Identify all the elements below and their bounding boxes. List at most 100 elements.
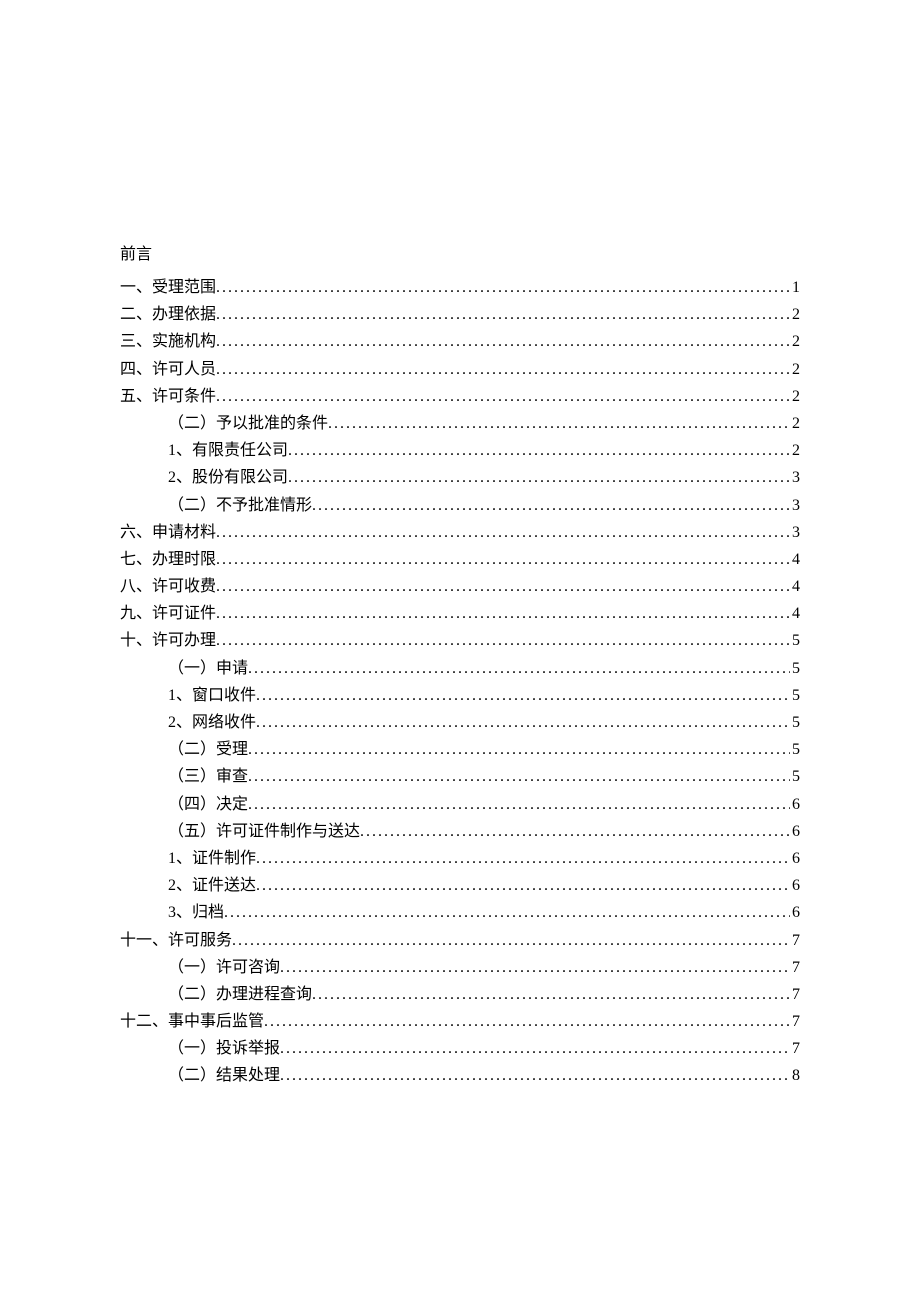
toc-entry-label: （二）受理 bbox=[168, 736, 248, 763]
table-of-contents: 一、受理范围1二、办理依据2三、实施机构2四、许可人员2五、许可条件2（二）予以… bbox=[120, 274, 800, 1090]
toc-entry: 1、证件制作 6 bbox=[120, 845, 800, 872]
toc-entry: 一、受理范围1 bbox=[120, 274, 800, 301]
toc-entry-label: 二、办理依据 bbox=[120, 301, 216, 328]
toc-entry: （二）予以批准的条件 2 bbox=[120, 410, 800, 437]
toc-entry-page: 8 bbox=[790, 1062, 800, 1089]
toc-dot-leader bbox=[280, 1035, 790, 1062]
toc-entry-page: 4 bbox=[790, 573, 800, 600]
toc-entry-label: 2、网络收件 bbox=[168, 709, 256, 736]
toc-entry: （三）审查5 bbox=[120, 763, 800, 790]
toc-dot-leader bbox=[280, 1062, 790, 1089]
toc-entry-label: 六、申请材料 bbox=[120, 519, 216, 546]
toc-entry: （二）结果处理8 bbox=[120, 1062, 800, 1089]
toc-entry-page: 5 bbox=[790, 709, 800, 736]
toc-entry-label: 五、许可条件 bbox=[120, 383, 216, 410]
toc-dot-leader bbox=[280, 954, 790, 981]
toc-entry-page: 2 bbox=[790, 356, 800, 383]
toc-entry: 三、实施机构 2 bbox=[120, 328, 800, 355]
toc-entry-page: 3 bbox=[790, 492, 800, 519]
toc-dot-leader bbox=[248, 655, 790, 682]
toc-dot-leader bbox=[216, 627, 790, 654]
toc-dot-leader bbox=[256, 682, 790, 709]
toc-dot-leader bbox=[248, 763, 790, 790]
toc-entry: 十、许可办理 5 bbox=[120, 627, 800, 654]
toc-entry: （一）许可咨询7 bbox=[120, 954, 800, 981]
toc-dot-leader bbox=[288, 437, 790, 464]
toc-dot-leader bbox=[216, 600, 790, 627]
toc-entry-page: 5 bbox=[790, 736, 800, 763]
toc-entry-label: 三、实施机构 bbox=[120, 328, 216, 355]
toc-dot-leader bbox=[232, 927, 790, 954]
toc-entry: （二）办理进程查询 7 bbox=[120, 981, 800, 1008]
toc-entry-label: 七、办理时限 bbox=[120, 546, 216, 573]
toc-entry: 八、许可收费 4 bbox=[120, 573, 800, 600]
toc-dot-leader bbox=[256, 709, 790, 736]
toc-entry-page: 2 bbox=[790, 410, 800, 437]
toc-entry-label: 四、许可人员 bbox=[120, 356, 216, 383]
toc-entry-page: 2 bbox=[790, 328, 800, 355]
toc-dot-leader bbox=[216, 274, 790, 301]
document-page: 前言 一、受理范围1二、办理依据2三、实施机构2四、许可人员2五、许可条件2（二… bbox=[0, 0, 920, 1090]
toc-dot-leader bbox=[256, 845, 790, 872]
toc-entry-label: 2、证件送达 bbox=[168, 872, 256, 899]
toc-entry: 十二、事中事后监管 7 bbox=[120, 1008, 800, 1035]
toc-dot-leader bbox=[224, 899, 790, 926]
toc-entry-page: 5 bbox=[790, 627, 800, 654]
toc-dot-leader bbox=[312, 981, 790, 1008]
toc-entry-page: 4 bbox=[790, 546, 800, 573]
toc-entry: 2、证件送达 6 bbox=[120, 872, 800, 899]
toc-entry-label: 1、窗口收件 bbox=[168, 682, 256, 709]
toc-dot-leader bbox=[256, 872, 790, 899]
toc-entry-page: 7 bbox=[790, 1035, 800, 1062]
toc-entry: （五）许可证件制作与送达 6 bbox=[120, 818, 800, 845]
toc-entry: （二）受理 5 bbox=[120, 736, 800, 763]
toc-entry: 2、网络收件 5 bbox=[120, 709, 800, 736]
toc-dot-leader bbox=[216, 573, 790, 600]
toc-entry-label: 八、许可收费 bbox=[120, 573, 216, 600]
toc-entry-page: 3 bbox=[790, 519, 800, 546]
toc-entry-page: 6 bbox=[790, 872, 800, 899]
toc-dot-leader bbox=[248, 791, 790, 818]
toc-entry-page: 6 bbox=[790, 791, 800, 818]
toc-dot-leader bbox=[216, 546, 790, 573]
toc-entry-page: 6 bbox=[790, 845, 800, 872]
toc-entry: （二）不予批准情形3 bbox=[120, 492, 800, 519]
toc-entry-label: （五）许可证件制作与送达 bbox=[168, 818, 360, 845]
toc-entry-page: 6 bbox=[790, 818, 800, 845]
toc-entry-label: （四）决定 bbox=[168, 791, 248, 818]
toc-entry: （一）投诉举报7 bbox=[120, 1035, 800, 1062]
toc-entry-label: 十二、事中事后监管 bbox=[120, 1008, 264, 1035]
toc-dot-leader bbox=[216, 356, 790, 383]
toc-dot-leader bbox=[360, 818, 790, 845]
toc-dot-leader bbox=[312, 492, 790, 519]
toc-entry-label: （二）办理进程查询 bbox=[168, 981, 312, 1008]
toc-entry-page: 7 bbox=[790, 927, 800, 954]
toc-entry-page: 7 bbox=[790, 1008, 800, 1035]
toc-dot-leader bbox=[216, 301, 790, 328]
toc-entry-page: 5 bbox=[790, 682, 800, 709]
toc-dot-leader bbox=[216, 519, 790, 546]
toc-dot-leader bbox=[216, 328, 790, 355]
toc-entry: 3、归档6 bbox=[120, 899, 800, 926]
toc-entry-page: 2 bbox=[790, 383, 800, 410]
toc-entry: 十一、许可服务7 bbox=[120, 927, 800, 954]
toc-entry-page: 2 bbox=[790, 437, 800, 464]
toc-entry: 七、办理时限 4 bbox=[120, 546, 800, 573]
toc-entry: 2、股份有限公司3 bbox=[120, 464, 800, 491]
toc-entry-label: （一）许可咨询 bbox=[168, 954, 280, 981]
toc-entry: （四）决定 6 bbox=[120, 791, 800, 818]
toc-entry-label: （二）予以批准的条件 bbox=[168, 410, 328, 437]
toc-entry-label: 十、许可办理 bbox=[120, 627, 216, 654]
toc-entry: 1、窗口收件 5 bbox=[120, 682, 800, 709]
toc-dot-leader bbox=[216, 383, 790, 410]
toc-entry-page: 7 bbox=[790, 981, 800, 1008]
toc-entry-label: 1、证件制作 bbox=[168, 845, 256, 872]
toc-entry-label: 1、有限责任公司 bbox=[168, 437, 288, 464]
preface-heading: 前言 bbox=[120, 240, 800, 264]
toc-dot-leader bbox=[328, 410, 790, 437]
toc-entry-label: 一、受理范围 bbox=[120, 274, 216, 301]
toc-dot-leader bbox=[264, 1008, 790, 1035]
toc-entry-label: （一）申请 bbox=[168, 655, 248, 682]
toc-entry-label: （三）审查 bbox=[168, 763, 248, 790]
toc-entry: 四、许可人员 2 bbox=[120, 356, 800, 383]
